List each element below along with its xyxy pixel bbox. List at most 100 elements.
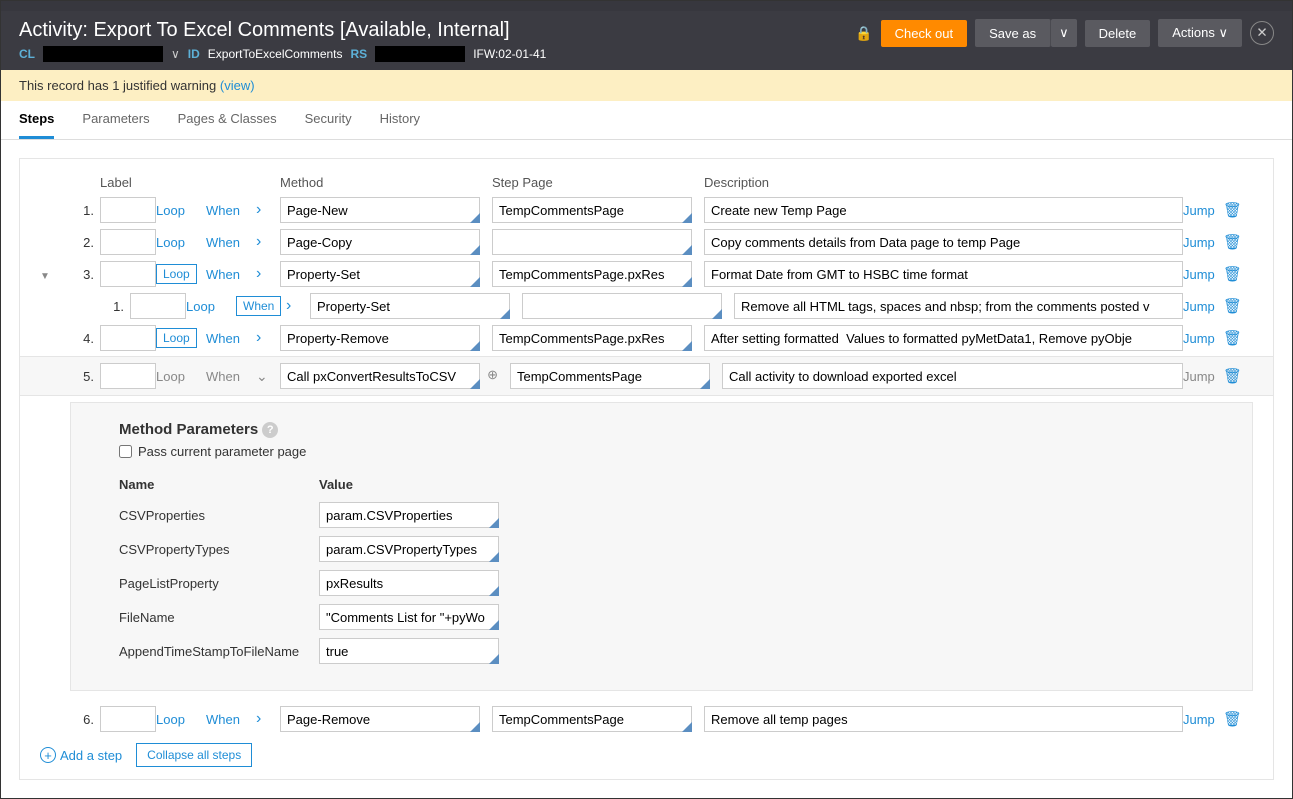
loop-link[interactable]: Loop [156, 203, 185, 218]
loop-link[interactable]: Loop [156, 369, 185, 384]
jump-link[interactable]: Jump [1183, 203, 1215, 218]
method-input[interactable] [310, 293, 510, 319]
add-step-button[interactable]: +Add a step [40, 747, 122, 763]
expand-caret[interactable]: › [256, 201, 261, 218]
cl-label: CL [19, 47, 35, 61]
steppage-input[interactable] [492, 706, 692, 732]
expand-caret[interactable]: › [256, 233, 261, 250]
delete-icon[interactable]: 🗑 [1223, 298, 1242, 315]
steppage-input[interactable] [510, 363, 710, 389]
steppage-input[interactable] [492, 325, 692, 351]
param-value-input[interactable] [319, 502, 499, 528]
when-link-active[interactable]: When [236, 296, 281, 316]
warning-bar: This record has 1 justified warning (vie… [1, 70, 1292, 101]
loop-link-active[interactable]: Loop [156, 264, 197, 284]
rs-value-redacted [375, 46, 465, 62]
tab-history[interactable]: History [380, 101, 420, 139]
collapse-caret[interactable]: ⌄ [256, 368, 268, 384]
delete-icon[interactable]: 🗑 [1223, 234, 1242, 251]
param-value-input[interactable] [319, 570, 499, 596]
delete-icon[interactable]: 🗑 [1223, 330, 1242, 347]
desc-input[interactable] [704, 706, 1183, 732]
pass-param-checkbox[interactable] [119, 445, 132, 458]
step-row-selected: 5. Loop When ⌄ ⊕ Jump 🗑 [40, 360, 1253, 392]
when-link[interactable]: When [206, 712, 240, 727]
param-value-input[interactable] [319, 638, 499, 664]
label-input[interactable] [100, 261, 156, 287]
method-input[interactable] [280, 261, 480, 287]
help-icon[interactable]: ? [262, 422, 278, 438]
steppage-input[interactable] [492, 229, 692, 255]
method-input[interactable] [280, 325, 480, 351]
param-value-input[interactable] [319, 604, 499, 630]
delete-icon[interactable]: 🗑 [1223, 202, 1242, 219]
label-input[interactable] [100, 197, 156, 223]
jump-link[interactable]: Jump [1183, 369, 1215, 384]
page-title: Activity: Export To Excel Comments [Avai… [19, 19, 855, 42]
loop-link[interactable]: Loop [186, 299, 215, 314]
desc-input[interactable] [704, 229, 1183, 255]
lock-icon: 🔒 [855, 25, 872, 42]
step-num: 6. [70, 712, 100, 727]
delete-icon[interactable]: 🗑 [1223, 368, 1242, 385]
steppage-input[interactable] [522, 293, 722, 319]
delete-button[interactable]: Delete [1085, 20, 1151, 47]
jump-link[interactable]: Jump [1183, 267, 1215, 282]
expand-caret[interactable]: › [256, 329, 261, 346]
tab-steps[interactable]: Steps [19, 101, 54, 139]
desc-input[interactable] [734, 293, 1183, 319]
col-label: Label [100, 175, 156, 190]
expand-caret[interactable]: › [286, 297, 291, 314]
save-as-button[interactable]: Save as [975, 19, 1051, 47]
step-row: 1. Loop When › Jump 🗑 [40, 194, 1253, 226]
desc-input[interactable] [704, 261, 1183, 287]
check-out-button[interactable]: Check out [881, 20, 968, 47]
method-input[interactable] [280, 706, 480, 732]
col-method: Method [280, 175, 480, 190]
param-value-input[interactable] [319, 536, 499, 562]
loop-link[interactable]: Loop [156, 235, 185, 250]
jump-link[interactable]: Jump [1183, 331, 1215, 346]
desc-input[interactable] [704, 325, 1183, 351]
tab-pages[interactable]: Pages & Classes [178, 101, 277, 139]
method-input[interactable] [280, 197, 480, 223]
when-link[interactable]: When [206, 369, 240, 384]
collapse-icon[interactable]: ▼ [40, 271, 50, 282]
when-link[interactable]: When [206, 203, 240, 218]
method-input[interactable] [280, 363, 480, 389]
jump-link[interactable]: Jump [1183, 235, 1215, 250]
loop-link-active[interactable]: Loop [156, 328, 197, 348]
method-parameters-panel: Method Parameters? Pass current paramete… [70, 402, 1253, 691]
param-value-header: Value [319, 477, 519, 492]
jump-link[interactable]: Jump [1183, 712, 1215, 727]
warning-view-link[interactable]: (view) [220, 78, 255, 93]
tab-parameters[interactable]: Parameters [82, 101, 149, 139]
desc-input[interactable] [722, 363, 1183, 389]
steppage-input[interactable] [492, 197, 692, 223]
when-link[interactable]: When [206, 331, 240, 346]
param-row: AppendTimeStampToFileName [119, 638, 1204, 664]
delete-icon[interactable]: 🗑 [1223, 711, 1242, 728]
when-link[interactable]: When [206, 235, 240, 250]
collapse-all-button[interactable]: Collapse all steps [136, 743, 252, 767]
expand-caret[interactable]: › [256, 710, 261, 727]
when-link[interactable]: When [206, 267, 240, 282]
label-input[interactable] [130, 293, 186, 319]
loop-link[interactable]: Loop [156, 712, 185, 727]
steppage-input[interactable] [492, 261, 692, 287]
label-input[interactable] [100, 229, 156, 255]
expand-caret[interactable]: › [256, 265, 261, 282]
actions-button[interactable]: Actions ∨ [1158, 19, 1242, 47]
jump-link[interactable]: Jump [1183, 299, 1215, 314]
magnify-icon[interactable]: ⊕ [487, 367, 498, 383]
tab-security[interactable]: Security [305, 101, 352, 139]
save-as-caret[interactable]: ∨ [1051, 19, 1077, 47]
label-input[interactable] [100, 325, 156, 351]
label-input[interactable] [100, 363, 156, 389]
close-icon[interactable]: ✕ [1250, 21, 1274, 45]
label-input[interactable] [100, 706, 156, 732]
delete-icon[interactable]: 🗑 [1223, 266, 1242, 283]
param-name: FileName [119, 610, 319, 625]
method-input[interactable] [280, 229, 480, 255]
desc-input[interactable] [704, 197, 1183, 223]
